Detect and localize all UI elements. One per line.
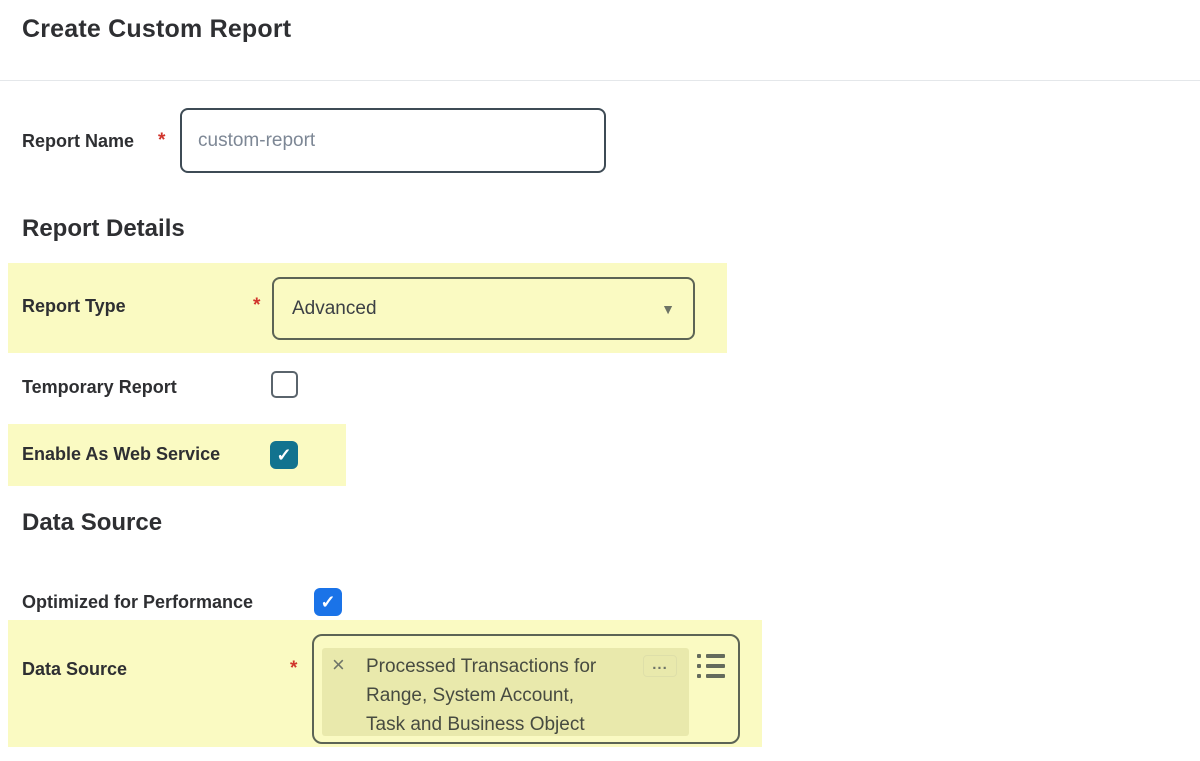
enable-as-web-service-checkbox[interactable]: ✓ (270, 441, 298, 469)
data-source-row: Data Source * × Processed Transactions f… (8, 620, 762, 747)
checkmark-icon: ✓ (276, 445, 291, 466)
header-divider (0, 80, 1200, 81)
report-name-input[interactable] (180, 108, 606, 173)
remove-selection-icon[interactable]: × (332, 651, 345, 679)
data-source-selected-text: Processed Transactions for Range, System… (366, 652, 632, 739)
report-type-label: Report Type (22, 296, 126, 317)
report-details-heading: Report Details (22, 215, 185, 243)
temporary-report-checkbox[interactable] (271, 371, 298, 398)
selected-text-line: Task and Business Object (366, 710, 632, 739)
data-source-required-asterisk: * (290, 658, 297, 680)
report-type-required-asterisk: * (253, 295, 260, 317)
selected-text-line: Processed Transactions for (366, 652, 632, 681)
prompt-list-icon[interactable] (697, 654, 725, 678)
report-type-selected-value: Advanced (292, 298, 377, 320)
enable-as-web-service-row: Enable As Web Service ✓ (8, 424, 346, 486)
data-source-label: Data Source (22, 659, 127, 680)
chevron-down-icon: ▼ (661, 301, 675, 317)
report-name-label: Report Name (22, 131, 134, 152)
temporary-report-label: Temporary Report (22, 377, 177, 398)
more-options-button[interactable]: ... (643, 655, 677, 677)
data-source-heading: Data Source (22, 509, 162, 537)
optimized-for-performance-checkbox[interactable]: ✓ (314, 588, 342, 616)
report-type-row: Report Type * Advanced ▼ (8, 263, 727, 353)
page-title: Create Custom Report (22, 15, 291, 44)
optimized-for-performance-label: Optimized for Performance (22, 592, 253, 613)
data-source-multiselect[interactable]: × Processed Transactions for Range, Syst… (312, 634, 740, 744)
enable-as-web-service-label: Enable As Web Service (22, 444, 220, 465)
checkmark-icon: ✓ (320, 592, 335, 613)
report-name-required-asterisk: * (158, 130, 165, 152)
report-type-select[interactable]: Advanced ▼ (272, 277, 695, 340)
data-source-selected-item: × Processed Transactions for Range, Syst… (322, 648, 689, 736)
selected-text-line: Range, System Account, (366, 681, 632, 710)
